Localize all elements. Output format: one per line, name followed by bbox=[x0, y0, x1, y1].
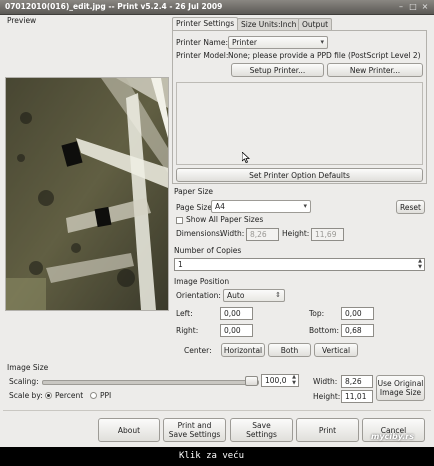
image-height-field[interactable]: 11,01 bbox=[341, 390, 373, 403]
right-margin-label: Right: bbox=[176, 326, 199, 335]
image-width-label: Width: bbox=[313, 377, 338, 386]
scaling-slider-track[interactable] bbox=[42, 380, 259, 385]
show-all-paper-sizes-label: Show All Paper Sizes bbox=[186, 215, 264, 224]
updown-arrows-icon: ⇕ bbox=[275, 291, 281, 299]
title-bar[interactable]: 07012010(016)_edit.jpg -- Print v5.2.4 -… bbox=[0, 0, 434, 15]
copies-value: 1 bbox=[178, 260, 183, 269]
print-dialog-window: 07012010(016)_edit.jpg -- Print v5.2.4 -… bbox=[0, 0, 434, 447]
image-position-section-title: Image Position bbox=[174, 277, 230, 286]
orientation-label: Orientation: bbox=[176, 291, 221, 300]
paper-width-field: 8,26 bbox=[246, 228, 279, 241]
print-save-line1: Print and bbox=[177, 421, 212, 430]
scaling-label: Scaling: bbox=[9, 377, 39, 386]
image-size-section-title: Image Size bbox=[7, 363, 49, 372]
percent-radio[interactable] bbox=[45, 392, 52, 399]
percent-radio-label: Percent bbox=[55, 391, 84, 400]
printer-model-label: Printer Model: bbox=[176, 51, 229, 60]
tab-printer-settings[interactable]: Printer Settings bbox=[172, 17, 239, 31]
save-line2: Settings bbox=[246, 430, 277, 439]
center-vertical-button[interactable]: Vertical bbox=[314, 343, 358, 357]
printer-name-value: Printer bbox=[232, 38, 257, 47]
left-margin-field[interactable]: 0,00 bbox=[220, 307, 253, 320]
center-horizontal-button[interactable]: Horizontal bbox=[221, 343, 265, 357]
top-margin-field[interactable]: 0,00 bbox=[341, 307, 374, 320]
dimensions-label: Dimensions: bbox=[176, 229, 223, 238]
use-original-size-button[interactable]: Use Original Image Size bbox=[376, 375, 425, 401]
ppi-radio[interactable] bbox=[90, 392, 97, 399]
set-printer-defaults-button[interactable]: Set Printer Option Defaults bbox=[176, 168, 423, 182]
orientation-select[interactable]: Auto ⇕ bbox=[223, 289, 285, 302]
left-margin-label: Left: bbox=[176, 309, 193, 318]
ppi-radio-label: PPI bbox=[100, 391, 112, 400]
paper-height-label: Height: bbox=[282, 229, 310, 238]
actions-separator bbox=[3, 410, 431, 411]
paper-width-label: Width: bbox=[220, 229, 245, 238]
paper-reset-button[interactable]: Reset bbox=[396, 200, 425, 214]
printer-name-select[interactable]: Printer ▾ bbox=[228, 36, 328, 49]
show-all-paper-sizes-checkbox[interactable] bbox=[176, 217, 183, 224]
center-both-button[interactable]: Both bbox=[268, 343, 311, 357]
printer-model-value: None; please provide a PPD file (PostScr… bbox=[228, 51, 421, 60]
use-original-line1: Use Original bbox=[377, 379, 424, 388]
print-and-save-settings-button[interactable]: Print and Save Settings bbox=[163, 418, 226, 442]
new-printer-button[interactable]: New Printer... bbox=[327, 63, 423, 77]
preview-photo bbox=[6, 78, 168, 310]
top-margin-label: Top: bbox=[309, 309, 325, 318]
close-icon[interactable]: × bbox=[420, 2, 430, 11]
center-label: Center: bbox=[184, 346, 212, 355]
status-bar: Klik za veću bbox=[0, 447, 434, 466]
printer-name-label: Printer Name: bbox=[176, 38, 228, 47]
bottom-margin-field[interactable]: 0,68 bbox=[341, 324, 374, 337]
chevron-down-icon: ▾ bbox=[303, 202, 307, 210]
maximize-icon[interactable]: □ bbox=[408, 2, 418, 11]
preview-page bbox=[5, 77, 169, 311]
page-size-label: Page Size: bbox=[176, 203, 215, 212]
scaling-value: 100,0 bbox=[265, 376, 287, 385]
print-save-line2: Save Settings bbox=[168, 430, 221, 439]
chevron-down-icon: ▾ bbox=[320, 38, 324, 46]
print-button[interactable]: Print bbox=[296, 418, 359, 442]
copies-section-title: Number of Copies bbox=[174, 246, 242, 255]
scaling-slider-handle[interactable] bbox=[245, 376, 258, 386]
watermark: myciby.rs bbox=[371, 432, 414, 441]
spin-down-icon[interactable]: ▼ bbox=[292, 381, 296, 386]
copies-spin-field[interactable]: 1 ▲ ▼ bbox=[174, 258, 425, 271]
scaling-field[interactable]: 100,0 ▲ ▼ bbox=[261, 374, 299, 387]
preview-label: Preview bbox=[7, 16, 37, 25]
scale-by-label: Scale by: bbox=[9, 391, 43, 400]
right-margin-field[interactable]: 0,00 bbox=[220, 324, 253, 337]
image-width-field[interactable]: 8,26 bbox=[341, 375, 373, 388]
window-title: 07012010(016)_edit.jpg -- Print v5.2.4 -… bbox=[5, 2, 223, 11]
page-size-value: A4 bbox=[215, 202, 225, 211]
status-text: Klik za veću bbox=[179, 451, 245, 461]
save-line1: Save bbox=[252, 421, 271, 430]
paper-height-field: 11,69 bbox=[311, 228, 344, 241]
setup-printer-button[interactable]: Setup Printer... bbox=[231, 63, 324, 77]
about-button[interactable]: About bbox=[98, 418, 160, 442]
bottom-margin-label: Bottom: bbox=[309, 326, 340, 335]
save-settings-button[interactable]: Save Settings bbox=[230, 418, 293, 442]
spin-down-icon[interactable]: ▼ bbox=[418, 265, 422, 270]
image-height-label: Height: bbox=[313, 392, 341, 401]
minimize-icon[interactable]: – bbox=[396, 2, 406, 11]
printer-options-area[interactable] bbox=[176, 82, 423, 165]
paper-size-section-title: Paper Size bbox=[174, 187, 214, 196]
page-size-select[interactable]: A4 ▾ bbox=[211, 200, 311, 213]
use-original-line2: Image Size bbox=[379, 388, 422, 397]
mouse-cursor-icon bbox=[242, 152, 250, 163]
orientation-value: Auto bbox=[227, 291, 245, 300]
